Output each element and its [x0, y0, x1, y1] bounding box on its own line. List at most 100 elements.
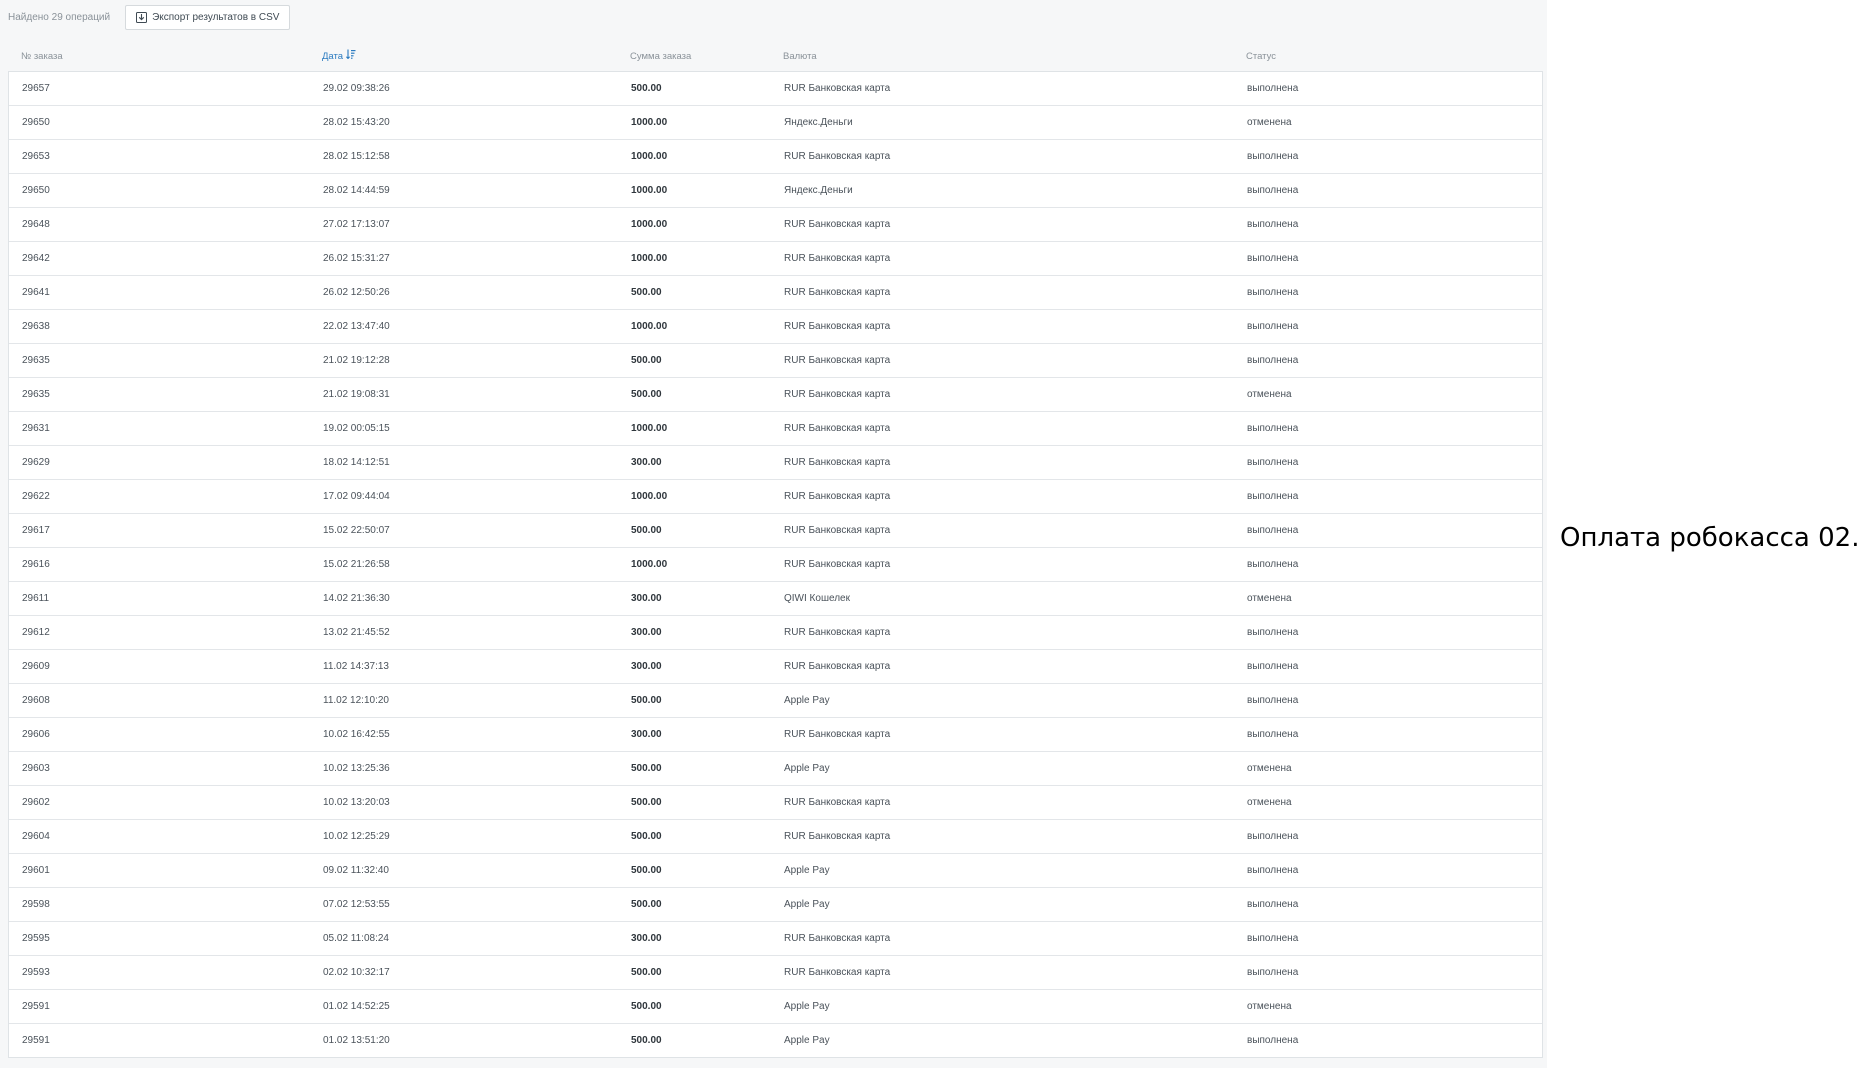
order-number: 29641	[22, 287, 50, 298]
order-sum: 1000.00	[631, 253, 668, 264]
table-row[interactable]: 29631 19.02 00:05:15 1000.00 RUR Банковская…	[9, 412, 1542, 446]
order-date: 13.02 21:45:52	[323, 627, 390, 638]
order-currency: RUR Банковская карта	[784, 831, 891, 842]
order-number: 29606	[22, 729, 50, 740]
order-number: 29603	[22, 763, 50, 774]
table-row[interactable]: 29611 14.02 21:36:30 300.00 QIWI Кошелек отм…	[9, 582, 1542, 616]
order-currency: RUR Банковская карта	[784, 797, 891, 808]
table-row[interactable]: 29591 01.02 13:51:20 500.00 Apple Pay выполн…	[9, 1024, 1542, 1058]
order-status: выполнена	[1247, 287, 1299, 298]
table-row[interactable]: 29657 29.02 09:38:26 500.00 RUR Банковская …	[9, 72, 1542, 106]
order-currency: Apple Pay	[784, 1001, 830, 1012]
table-row[interactable]: 29608 11.02 12:10:20 500.00 Apple Pay выполн…	[9, 684, 1542, 718]
order-date: 22.02 13:47:40	[323, 321, 390, 332]
order-sum: 500.00	[631, 763, 662, 774]
table-row[interactable]: 29635 21.02 19:08:31 500.00 RUR Банковская …	[9, 378, 1542, 412]
table-row[interactable]: 29606 10.02 16:42:55 300.00 RUR Банковская …	[9, 718, 1542, 752]
table-row[interactable]: 29602 10.02 13:20:03 500.00 RUR Банковская …	[9, 786, 1542, 820]
order-status: выполнена	[1247, 321, 1299, 332]
order-number: 29617	[22, 525, 50, 536]
order-status: выполнена	[1247, 457, 1299, 468]
order-number: 29650	[22, 117, 50, 128]
order-currency: RUR Банковская карта	[784, 287, 891, 298]
order-number: 29604	[22, 831, 50, 842]
table-row[interactable]: 29648 27.02 17:13:07 1000.00 RUR Банковская…	[9, 208, 1542, 242]
order-number: 29612	[22, 627, 50, 638]
order-currency: RUR Банковская карта	[784, 321, 891, 332]
order-date: 27.02 17:13:07	[323, 219, 390, 230]
table-row[interactable]: 29612 13.02 21:45:52 300.00 RUR Банковская …	[9, 616, 1542, 650]
table-row[interactable]: 29591 01.02 14:52:25 500.00 Apple Pay отмене…	[9, 990, 1542, 1024]
order-date: 21.02 19:12:28	[323, 355, 390, 366]
order-date: 21.02 19:08:31	[323, 389, 390, 400]
order-currency: RUR Банковская карта	[784, 491, 891, 502]
order-status: выполнена	[1247, 865, 1299, 876]
table-row[interactable]: 29629 18.02 14:12:51 300.00 RUR Банковская …	[9, 446, 1542, 480]
order-number: 29591	[22, 1001, 50, 1012]
order-status: выполнена	[1247, 355, 1299, 366]
table-row[interactable]: 29593 02.02 10:32:17 500.00 RUR Банковская …	[9, 956, 1542, 990]
column-header-status[interactable]: Статус	[1246, 49, 1276, 65]
order-status: выполнена	[1247, 491, 1299, 502]
order-number: 29593	[22, 967, 50, 978]
table-row[interactable]: 29638 22.02 13:47:40 1000.00 RUR Банковская…	[9, 310, 1542, 344]
order-sum: 1000.00	[631, 219, 668, 230]
table-row[interactable]: 29635 21.02 19:12:28 500.00 RUR Банковская …	[9, 344, 1542, 378]
order-sum: 500.00	[631, 865, 662, 876]
order-currency: RUR Банковская карта	[784, 525, 891, 536]
table-row[interactable]: 29653 28.02 15:12:58 1000.00 RUR Банковская…	[9, 140, 1542, 174]
table-row[interactable]: 29601 09.02 11:32:40 500.00 Apple Pay выполн…	[9, 854, 1542, 888]
export-csv-label: Экспорт результатов в CSV	[152, 12, 280, 23]
table-header: № заказа Дата Сумма заказа Валюта Статус	[8, 49, 1543, 65]
order-currency: RUR Банковская карта	[784, 559, 891, 570]
order-date: 11.02 14:37:13	[323, 661, 389, 672]
column-header-currency[interactable]: Валюта	[783, 49, 817, 65]
order-currency: Apple Pay	[784, 865, 830, 876]
table-row[interactable]: 29604 10.02 12:25:29 500.00 RUR Банковская …	[9, 820, 1542, 854]
order-number: 29638	[22, 321, 50, 332]
order-date: 28.02 14:44:59	[323, 185, 390, 196]
order-sum: 500.00	[631, 525, 662, 536]
table-row[interactable]: 29595 05.02 11:08:24 300.00 RUR Банковская …	[9, 922, 1542, 956]
table-row[interactable]: 29642 26.02 15:31:27 1000.00 RUR Банковская…	[9, 242, 1542, 276]
order-currency: RUR Банковская карта	[784, 355, 891, 366]
table-row[interactable]: 29603 10.02 13:25:36 500.00 Apple Pay отмене…	[9, 752, 1542, 786]
table-row[interactable]: 29650 28.02 14:44:59 1000.00 Яндекс.Деньги в…	[9, 174, 1542, 208]
order-status: выполнена	[1247, 967, 1299, 978]
table-row[interactable]: 29617 15.02 22:50:07 500.00 RUR Банковская …	[9, 514, 1542, 548]
order-date: 28.02 15:43:20	[323, 117, 390, 128]
column-header-date[interactable]: Дата	[322, 49, 356, 65]
order-sum: 500.00	[631, 389, 662, 400]
order-sum: 1000.00	[631, 151, 668, 162]
order-sum: 500.00	[631, 355, 662, 366]
order-sum: 300.00	[631, 593, 662, 604]
order-number: 29653	[22, 151, 50, 162]
export-csv-button[interactable]: Экспорт результатов в CSV	[125, 5, 291, 30]
order-number: 29598	[22, 899, 50, 910]
table-row[interactable]: 29598 07.02 12:53:55 500.00 Apple Pay выполн…	[9, 888, 1542, 922]
table-row[interactable]: 29609 11.02 14:37:13 300.00 RUR Банковская …	[9, 650, 1542, 684]
order-currency: QIWI Кошелек	[784, 593, 850, 604]
order-date: 10.02 16:42:55	[323, 729, 390, 740]
order-status: выполнена	[1247, 219, 1299, 230]
toolbar: Найдено 29 операций Экспорт результатов …	[8, 4, 291, 31]
table-row[interactable]: 29622 17.02 09:44:04 1000.00 RUR Банковская…	[9, 480, 1542, 514]
table-row[interactable]: 29650 28.02 15:43:20 1000.00 Яндекс.Деньги о…	[9, 106, 1542, 140]
order-number: 29650	[22, 185, 50, 196]
column-header-order[interactable]: № заказа	[21, 49, 63, 65]
column-header-sum[interactable]: Сумма заказа	[630, 49, 691, 65]
order-currency: Яндекс.Деньги	[784, 117, 853, 128]
order-status: выполнена	[1247, 1035, 1299, 1046]
order-sum: 300.00	[631, 661, 662, 672]
table-row[interactable]: 29616 15.02 21:26:58 1000.00 RUR Банковская…	[9, 548, 1542, 582]
order-currency: Apple Pay	[784, 899, 830, 910]
order-number: 29591	[22, 1035, 50, 1046]
sort-descending-icon	[346, 49, 356, 65]
order-sum: 1000.00	[631, 321, 668, 332]
order-sum: 1000.00	[631, 117, 668, 128]
order-status: отменена	[1247, 593, 1292, 604]
order-sum: 1000.00	[631, 185, 668, 196]
order-date: 15.02 21:26:58	[323, 559, 390, 570]
table-row[interactable]: 29641 26.02 12:50:26 500.00 RUR Банковская …	[9, 276, 1542, 310]
order-status: выполнена	[1247, 695, 1299, 706]
